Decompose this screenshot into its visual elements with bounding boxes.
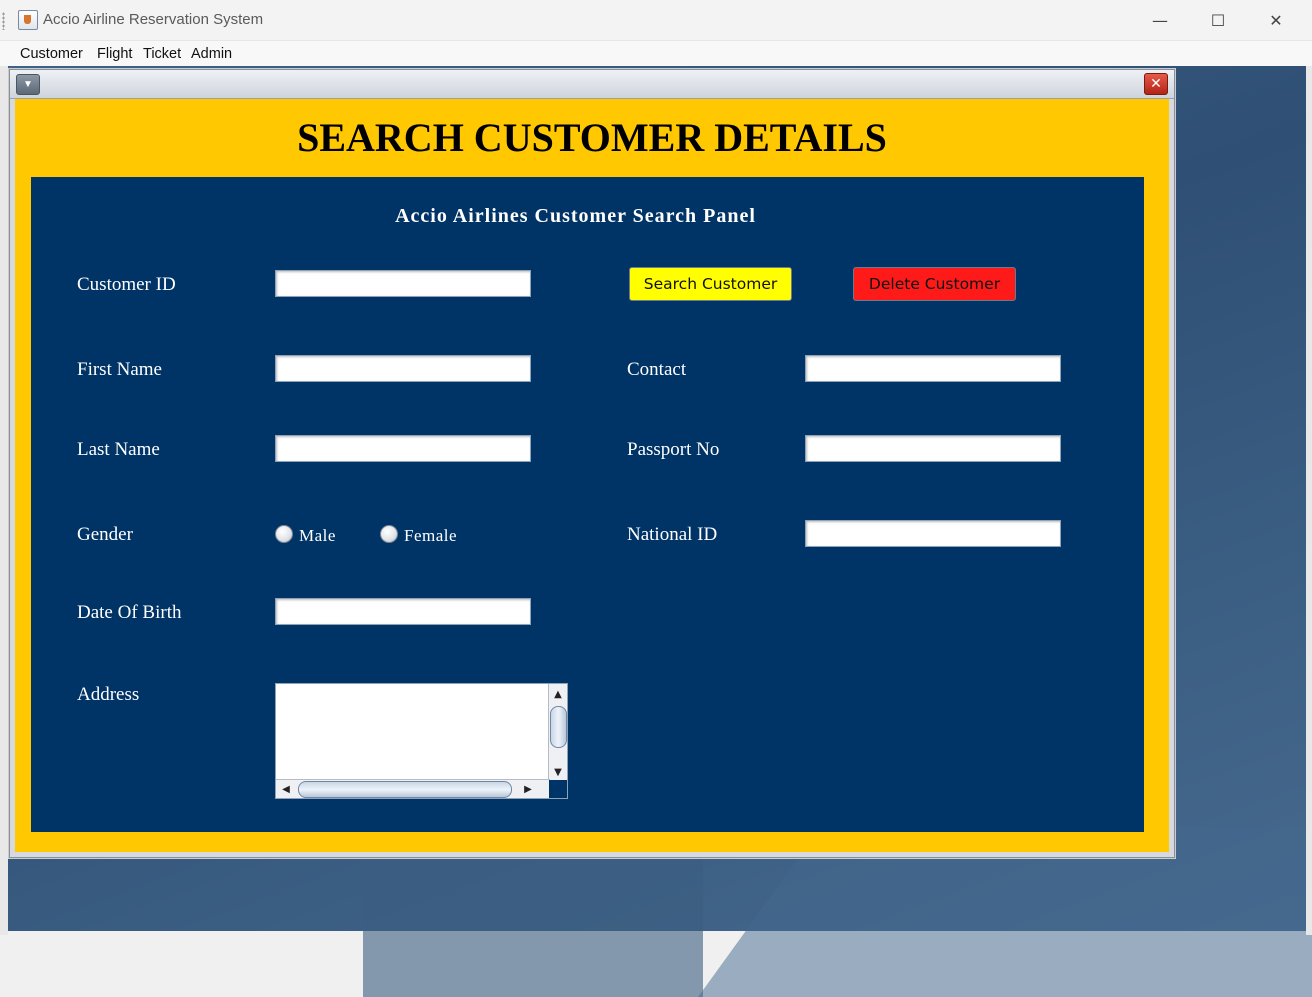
- last-name-input[interactable]: [275, 435, 531, 462]
- delete-customer-button[interactable]: Delete Customer: [853, 267, 1016, 301]
- contact-input[interactable]: [805, 355, 1061, 382]
- first-name-input[interactable]: [275, 355, 531, 382]
- window-titlebar: Accio Airline Reservation System — ☐ ✕: [0, 0, 1312, 41]
- search-customer-button[interactable]: Search Customer: [629, 267, 792, 301]
- menu-customer[interactable]: Customer: [20, 46, 83, 62]
- national-id-input[interactable]: [805, 520, 1061, 547]
- java-app-icon: [18, 10, 38, 30]
- male-radio[interactable]: [275, 525, 293, 543]
- passport-label: Passport No: [627, 439, 720, 460]
- address-label: Address: [77, 684, 140, 705]
- scrollpane-corner: [549, 780, 567, 798]
- address-horizontal-scrollbar[interactable]: ◀ ▶: [276, 779, 550, 798]
- scroll-up-icon[interactable]: ▲: [549, 686, 567, 702]
- panel-title: Accio Airlines Customer Search Panel: [395, 205, 756, 227]
- menubar: Customer Flight Ticket Admin: [0, 41, 1312, 66]
- customer-id-input[interactable]: [275, 270, 531, 297]
- drag-grip: [2, 12, 5, 30]
- address-textarea[interactable]: ▲ ▼ ◀ ▶: [275, 683, 568, 799]
- search-panel: Accio Airlines Customer Search Panel Cus…: [31, 177, 1144, 832]
- maximize-button[interactable]: ☐: [1195, 5, 1241, 35]
- male-radio-label[interactable]: Male: [299, 526, 336, 546]
- minimize-button[interactable]: —: [1137, 5, 1183, 35]
- customer-id-label: Customer ID: [77, 274, 176, 295]
- menu-ticket[interactable]: Ticket: [143, 46, 181, 62]
- female-radio-label[interactable]: Female: [404, 526, 457, 546]
- frame-menu-icon[interactable]: ▼: [16, 74, 40, 95]
- passport-input[interactable]: [805, 435, 1061, 462]
- header-panel: SEARCH CUSTOMER DETAILS Accio Airlines C…: [15, 99, 1169, 852]
- vertical-scroll-thumb[interactable]: [550, 706, 567, 748]
- contact-label: Contact: [627, 359, 687, 380]
- last-name-label: Last Name: [77, 439, 160, 460]
- address-vertical-scrollbar[interactable]: ▲ ▼: [548, 684, 567, 780]
- background-window-strip-right: [1306, 66, 1312, 935]
- menu-flight[interactable]: Flight: [97, 46, 132, 62]
- window-title: Accio Airline Reservation System: [43, 11, 264, 28]
- first-name-label: First Name: [77, 359, 162, 380]
- page-title: SEARCH CUSTOMER DETAILS: [297, 115, 887, 160]
- national-id-label: National ID: [627, 524, 718, 545]
- close-button[interactable]: ✕: [1253, 5, 1299, 35]
- dob-input[interactable]: [275, 598, 531, 625]
- frame-titlebar: ▼ ✕: [10, 70, 1174, 99]
- scroll-down-icon[interactable]: ▼: [549, 764, 567, 780]
- horizontal-scroll-thumb[interactable]: [298, 781, 512, 798]
- frame-close-icon[interactable]: ✕: [1144, 73, 1168, 95]
- background-window-strip-left: [0, 66, 8, 935]
- female-radio[interactable]: [380, 525, 398, 543]
- dob-label: Date Of Birth: [77, 602, 182, 623]
- search-customer-frame: ▼ ✕ SEARCH CUSTOMER DETAILS Accio Airlin…: [9, 69, 1175, 858]
- scroll-right-icon[interactable]: ▶: [520, 780, 536, 798]
- gender-label: Gender: [77, 524, 133, 545]
- menu-admin[interactable]: Admin: [191, 46, 232, 62]
- scroll-left-icon[interactable]: ◀: [278, 780, 294, 798]
